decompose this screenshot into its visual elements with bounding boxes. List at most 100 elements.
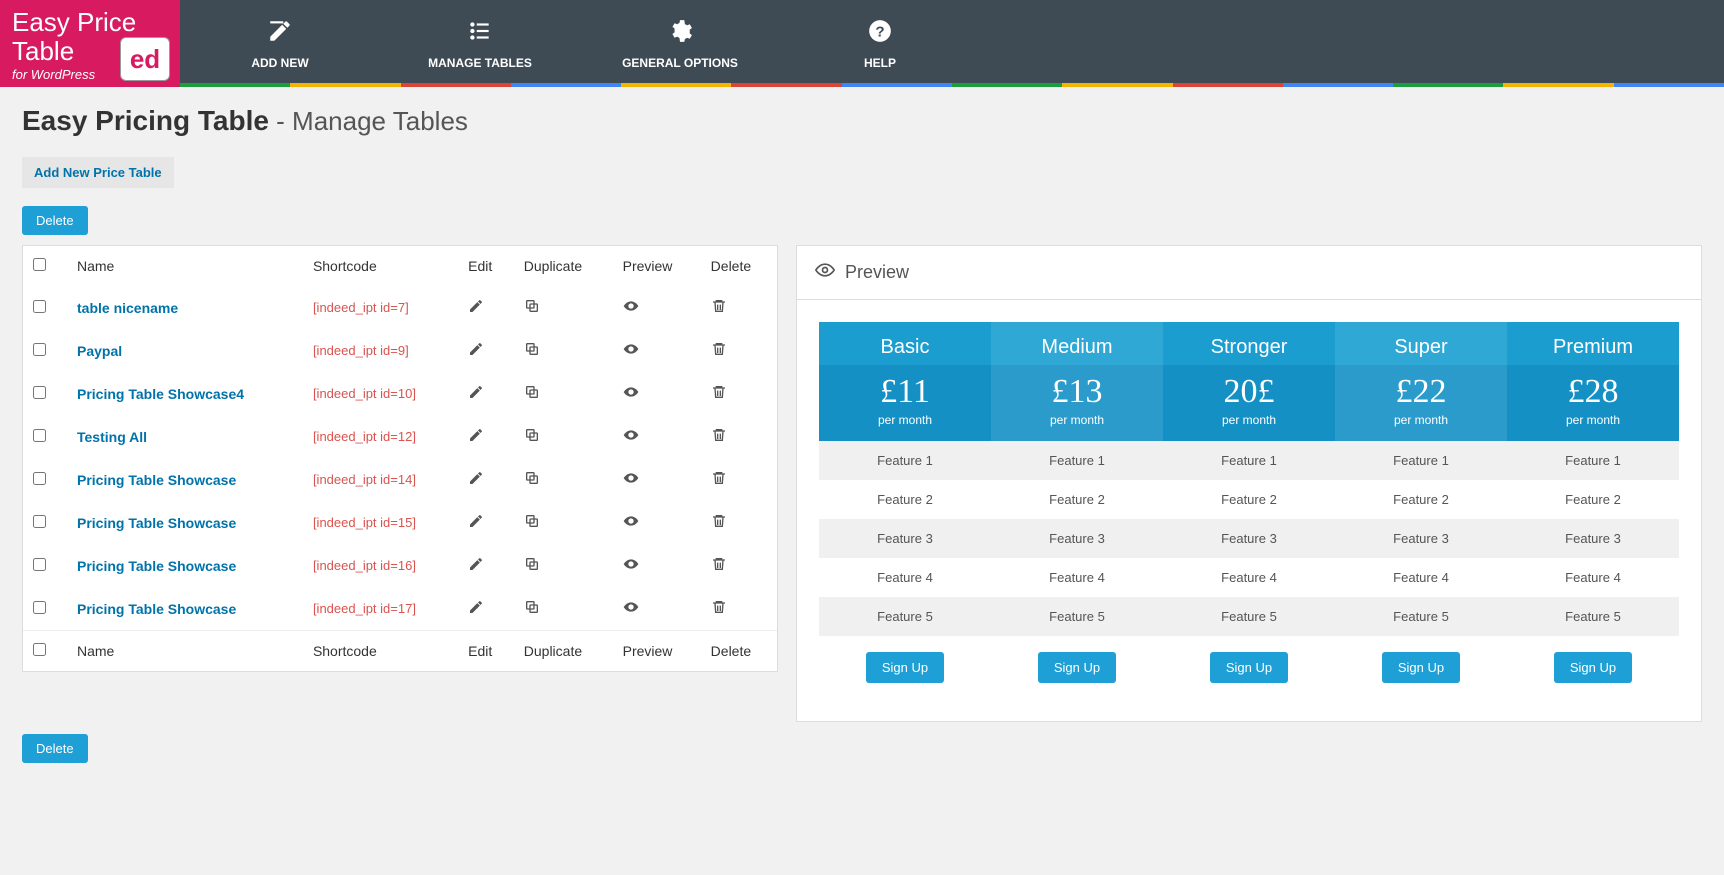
plan-price: £28per month bbox=[1507, 365, 1679, 441]
nav-general-options[interactable]: GENERAL OPTIONS bbox=[580, 0, 780, 87]
select-all-checkbox[interactable] bbox=[33, 258, 46, 271]
delete-button-bottom[interactable]: Delete bbox=[22, 734, 88, 763]
edit-icon[interactable] bbox=[458, 329, 514, 372]
preview-icon[interactable] bbox=[613, 501, 701, 544]
table-name-link[interactable]: table nicename bbox=[77, 300, 178, 316]
col-shortcode: Shortcode bbox=[303, 246, 458, 286]
table-name-link[interactable]: Pricing Table Showcase bbox=[77, 601, 236, 617]
delete-button-top[interactable]: Delete bbox=[22, 206, 88, 235]
delete-icon[interactable] bbox=[701, 415, 777, 458]
gear-icon bbox=[667, 18, 693, 50]
logo-badge: ed bbox=[120, 37, 170, 81]
feature-row: Feature 1 bbox=[819, 441, 991, 480]
row-checkbox[interactable] bbox=[33, 472, 46, 485]
feature-row: Feature 1 bbox=[1163, 441, 1335, 480]
table-row: Pricing Table Showcase4[indeed_ipt id=10… bbox=[23, 372, 777, 415]
feature-row: Feature 3 bbox=[991, 519, 1163, 558]
duplicate-icon[interactable] bbox=[514, 372, 613, 415]
row-checkbox[interactable] bbox=[33, 343, 46, 356]
col-shortcode: Shortcode bbox=[303, 631, 458, 672]
row-checkbox[interactable] bbox=[33, 386, 46, 399]
delete-icon[interactable] bbox=[701, 544, 777, 587]
nav-add-new[interactable]: ADD NEW bbox=[180, 0, 380, 87]
shortcode-text: [indeed_ipt id=7] bbox=[303, 286, 458, 329]
duplicate-icon[interactable] bbox=[514, 415, 613, 458]
edit-icon[interactable] bbox=[458, 458, 514, 501]
preview-icon[interactable] bbox=[613, 286, 701, 329]
add-new-price-table-button[interactable]: Add New Price Table bbox=[22, 157, 174, 188]
table-name-link[interactable]: Testing All bbox=[77, 429, 147, 445]
nav-manage-tables[interactable]: MANAGE TABLES bbox=[380, 0, 580, 87]
preview-icon[interactable] bbox=[613, 415, 701, 458]
select-all-checkbox-foot[interactable] bbox=[33, 643, 46, 656]
feature-row: Feature 2 bbox=[1163, 480, 1335, 519]
edit-icon[interactable] bbox=[458, 587, 514, 631]
edit-icon[interactable] bbox=[458, 286, 514, 329]
plan-column: Stronger20£per monthFeature 1Feature 2Fe… bbox=[1163, 322, 1335, 699]
feature-row: Feature 4 bbox=[991, 558, 1163, 597]
plan-title: Super bbox=[1335, 322, 1507, 365]
table-name-link[interactable]: Pricing Table Showcase4 bbox=[77, 386, 244, 402]
feature-row: Feature 1 bbox=[991, 441, 1163, 480]
signup-button[interactable]: Sign Up bbox=[1038, 652, 1116, 683]
feature-row: Feature 3 bbox=[819, 519, 991, 558]
page-title: Easy Pricing Table - Manage Tables bbox=[22, 105, 1702, 137]
tables-list: Name Shortcode Edit Duplicate Preview De… bbox=[22, 245, 778, 672]
delete-icon[interactable] bbox=[701, 329, 777, 372]
edit-icon[interactable] bbox=[458, 372, 514, 415]
signup-button[interactable]: Sign Up bbox=[1210, 652, 1288, 683]
feature-row: Feature 4 bbox=[819, 558, 991, 597]
duplicate-icon[interactable] bbox=[514, 458, 613, 501]
table-name-link[interactable]: Pricing Table Showcase bbox=[77, 472, 236, 488]
row-checkbox[interactable] bbox=[33, 515, 46, 528]
delete-icon[interactable] bbox=[701, 458, 777, 501]
col-preview: Preview bbox=[613, 246, 701, 286]
plan-title: Basic bbox=[819, 322, 991, 365]
delete-icon[interactable] bbox=[701, 286, 777, 329]
table-row: table nicename [indeed_ipt id=7] bbox=[23, 286, 777, 329]
delete-icon[interactable] bbox=[701, 372, 777, 415]
preview-icon[interactable] bbox=[613, 458, 701, 501]
table-name-link[interactable]: Paypal bbox=[77, 343, 122, 359]
plan-price: £22per month bbox=[1335, 365, 1507, 441]
nav-help[interactable]: ? HELP bbox=[780, 0, 980, 87]
table-row: Testing All[indeed_ipt id=12] bbox=[23, 415, 777, 458]
shortcode-text: [indeed_ipt id=17] bbox=[303, 587, 458, 631]
table-name-link[interactable]: Pricing Table Showcase bbox=[77, 515, 236, 531]
delete-icon[interactable] bbox=[701, 587, 777, 631]
plan-column: Medium£13per monthFeature 1Feature 2Feat… bbox=[991, 322, 1163, 699]
duplicate-icon[interactable] bbox=[514, 587, 613, 631]
plan-price: 20£per month bbox=[1163, 365, 1335, 441]
help-icon: ? bbox=[867, 18, 893, 50]
preview-icon[interactable] bbox=[613, 544, 701, 587]
edit-icon[interactable] bbox=[458, 415, 514, 458]
nav-label: MANAGE TABLES bbox=[428, 56, 532, 70]
logo-line1: Easy Price bbox=[12, 8, 168, 37]
edit-icon[interactable] bbox=[458, 501, 514, 544]
preview-icon[interactable] bbox=[613, 587, 701, 631]
feature-row: Feature 3 bbox=[1335, 519, 1507, 558]
row-checkbox[interactable] bbox=[33, 300, 46, 313]
eye-icon bbox=[815, 260, 835, 285]
duplicate-icon[interactable] bbox=[514, 286, 613, 329]
row-checkbox[interactable] bbox=[33, 558, 46, 571]
shortcode-text: [indeed_ipt id=9] bbox=[303, 329, 458, 372]
duplicate-icon[interactable] bbox=[514, 544, 613, 587]
feature-row: Feature 3 bbox=[1507, 519, 1679, 558]
delete-icon[interactable] bbox=[701, 501, 777, 544]
feature-row: Feature 5 bbox=[1335, 597, 1507, 636]
preview-panel: Preview Basic£11per monthFeature 1Featur… bbox=[796, 245, 1702, 722]
preview-icon[interactable] bbox=[613, 372, 701, 415]
preview-icon[interactable] bbox=[613, 329, 701, 372]
row-checkbox[interactable] bbox=[33, 429, 46, 442]
signup-button[interactable]: Sign Up bbox=[1382, 652, 1460, 683]
table-name-link[interactable]: Pricing Table Showcase bbox=[77, 558, 236, 574]
signup-button[interactable]: Sign Up bbox=[1554, 652, 1632, 683]
signup-button[interactable]: Sign Up bbox=[866, 652, 944, 683]
duplicate-icon[interactable] bbox=[514, 501, 613, 544]
duplicate-icon[interactable] bbox=[514, 329, 613, 372]
edit-icon[interactable] bbox=[458, 544, 514, 587]
nav-label: HELP bbox=[864, 56, 896, 70]
table-row: Pricing Table Showcase[indeed_ipt id=16] bbox=[23, 544, 777, 587]
row-checkbox[interactable] bbox=[33, 601, 46, 614]
